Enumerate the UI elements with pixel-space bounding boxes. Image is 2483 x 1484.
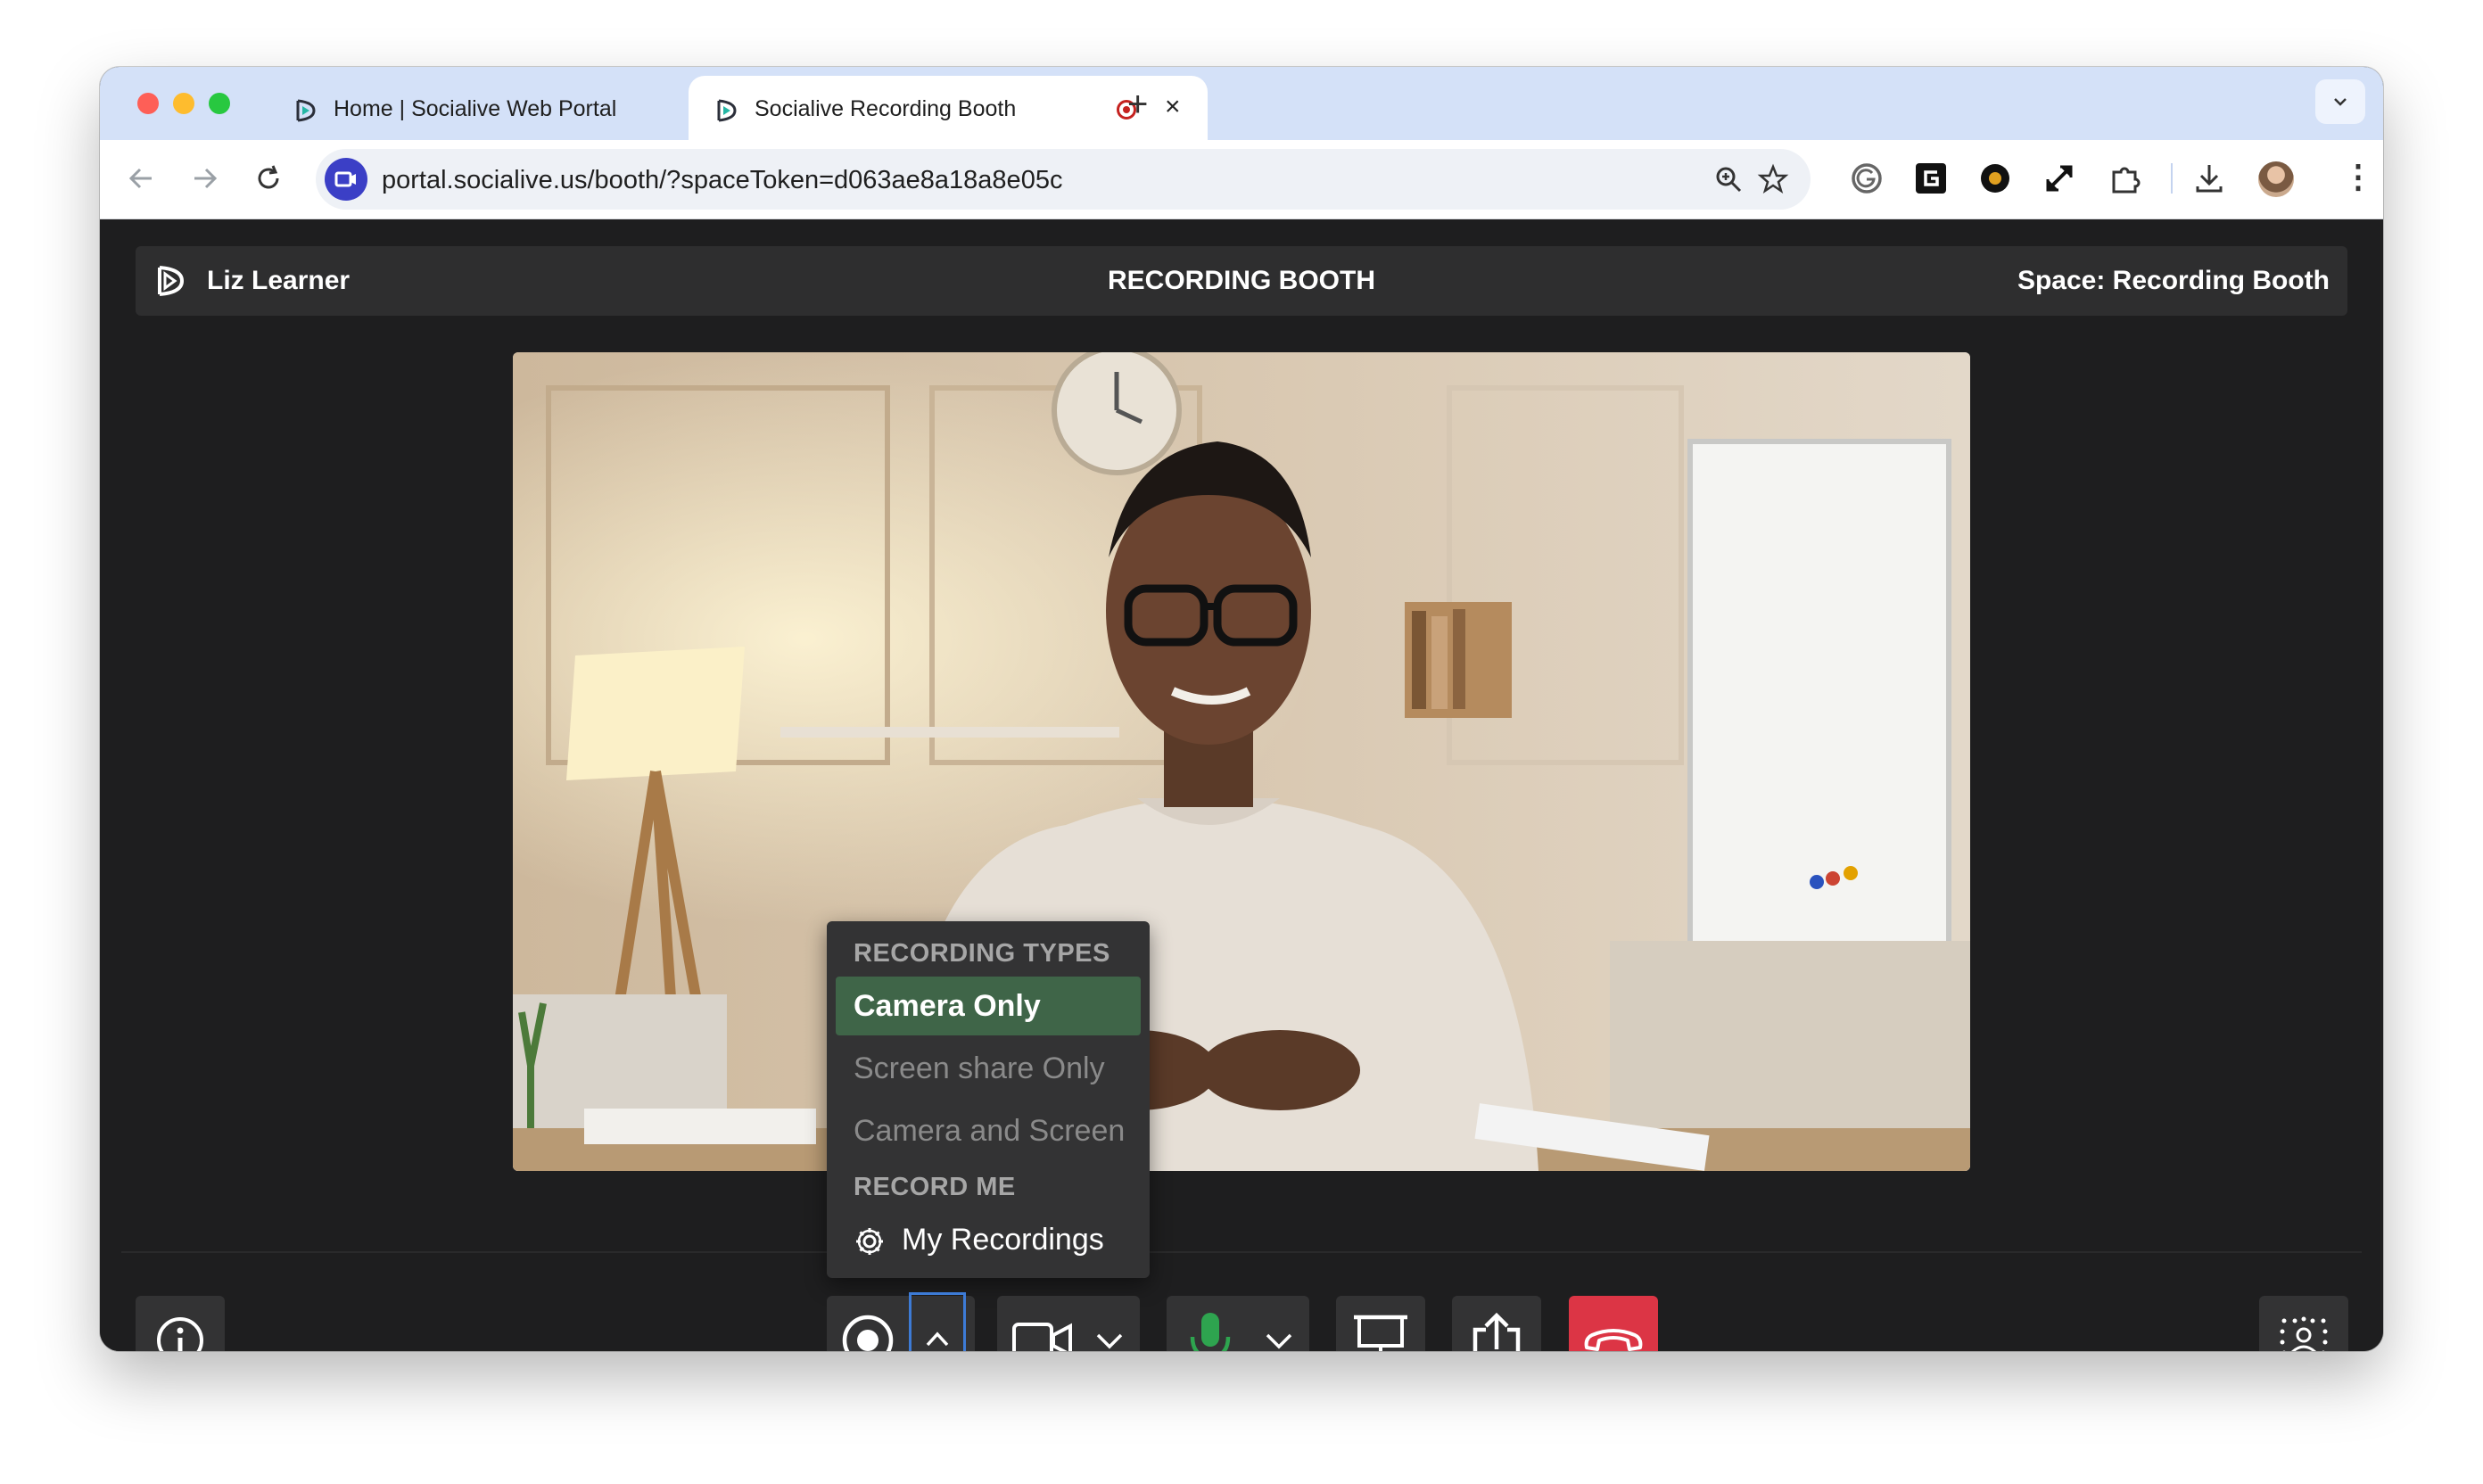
chevron-down-icon[interactable]	[1263, 1328, 1295, 1351]
forward-arrow-icon[interactable]	[182, 156, 227, 201]
menu-item-label: Camera and Screen	[854, 1114, 1126, 1148]
menu-heading-record-me: RECORD ME	[854, 1173, 1016, 1201]
site-info-icon[interactable]	[325, 158, 367, 201]
record-button-group	[827, 1292, 975, 1351]
info-icon	[157, 1317, 203, 1351]
menu-item-label: My Recordings	[902, 1223, 1104, 1257]
chevron-down-icon[interactable]	[1093, 1328, 1126, 1351]
close-window-button[interactable]	[137, 93, 159, 114]
chevron-up-icon	[926, 1331, 949, 1347]
recording-booth-app: Liz Learner RECORDING BOOTH Space: Recor…	[100, 219, 2383, 1351]
menu-item-label: Camera Only	[854, 989, 1041, 1023]
tab-search-button[interactable]	[2315, 79, 2365, 124]
present-icon	[1354, 1315, 1407, 1351]
camera-preview	[513, 352, 1970, 1171]
browser-window: Home | Socialive Web Portal × Socialive …	[100, 67, 2383, 1351]
url-text[interactable]: portal.socialive.us/booth/?spaceToken=d0…	[382, 166, 1062, 195]
recording-type-toggle[interactable]	[909, 1292, 966, 1351]
app-header: Liz Learner RECORDING BOOTH Space: Recor…	[136, 246, 2347, 316]
minimize-window-button[interactable]	[173, 93, 194, 114]
browser-toolbar: portal.socialive.us/booth/?spaceToken=d0…	[100, 140, 2383, 219]
microphone-button-group	[1167, 1296, 1309, 1351]
socialive-favicon-icon	[717, 99, 737, 122]
extension-g-icon[interactable]	[1912, 160, 1950, 197]
tab-title: Home | Socialive Web Portal	[334, 96, 617, 121]
camera-icon[interactable]	[1011, 1319, 1074, 1351]
background-effects-icon	[2280, 1316, 2328, 1351]
info-button[interactable]	[136, 1296, 225, 1351]
end-call-button[interactable]	[1569, 1296, 1658, 1351]
star-icon[interactable]	[1757, 163, 1789, 195]
reload-icon[interactable]	[246, 156, 291, 201]
more-icon[interactable]: ⋮	[2342, 158, 2374, 195]
page-title: RECORDING BOOTH	[1108, 266, 1375, 295]
zoom-icon[interactable]	[1712, 163, 1745, 195]
camera-button-group	[997, 1296, 1140, 1351]
menu-item-camera-only[interactable]: Camera Only	[836, 977, 1141, 1035]
tab-strip: Home | Socialive Web Portal × Socialive …	[100, 67, 2383, 140]
chevron-down-icon	[2334, 98, 2347, 106]
tab-title: Socialive Recording Booth	[755, 96, 1017, 121]
download-icon[interactable]	[2190, 160, 2228, 197]
fullscreen-icon[interactable]	[2041, 160, 2078, 197]
space-label: Space: Recording Booth	[2017, 266, 2330, 295]
recording-types-menu: RECORDING TYPES Camera Only Screen share…	[827, 921, 1150, 1278]
share-icon	[1472, 1312, 1521, 1351]
menu-item-my-recordings[interactable]: My Recordings	[836, 1210, 1141, 1269]
menu-item-camera-and-screen: Camera and Screen	[836, 1101, 1141, 1160]
microphone-icon[interactable]	[1184, 1310, 1236, 1351]
address-bar[interactable]: portal.socialive.us/booth/?spaceToken=d0…	[316, 149, 1811, 210]
back-arrow-icon[interactable]	[120, 156, 164, 201]
background-effects-button[interactable]	[2259, 1296, 2348, 1351]
controls-divider	[121, 1251, 2362, 1253]
present-button[interactable]	[1336, 1296, 1425, 1351]
camera-feed-image	[513, 352, 1970, 1171]
end-call-icon	[1584, 1329, 1643, 1351]
gear-icon	[856, 1228, 883, 1255]
menu-item-screen-share-only: Screen share Only	[836, 1039, 1141, 1098]
close-tab-icon[interactable]: ×	[1165, 92, 1181, 122]
grammarly-icon[interactable]	[1848, 160, 1885, 197]
menu-item-label: Screen share Only	[854, 1051, 1105, 1085]
socialive-favicon-icon	[296, 99, 316, 122]
record-icon[interactable]	[841, 1314, 895, 1351]
avatar[interactable]	[2258, 161, 2294, 197]
menu-heading-recording-types: RECORDING TYPES	[854, 939, 1110, 968]
zoom-window-button[interactable]	[209, 93, 230, 114]
puzzle-icon[interactable]	[2107, 160, 2144, 197]
extension-info-icon[interactable]	[1976, 160, 2014, 197]
new-tab-button[interactable]: +	[1127, 85, 1148, 125]
share-button[interactable]	[1452, 1296, 1541, 1351]
